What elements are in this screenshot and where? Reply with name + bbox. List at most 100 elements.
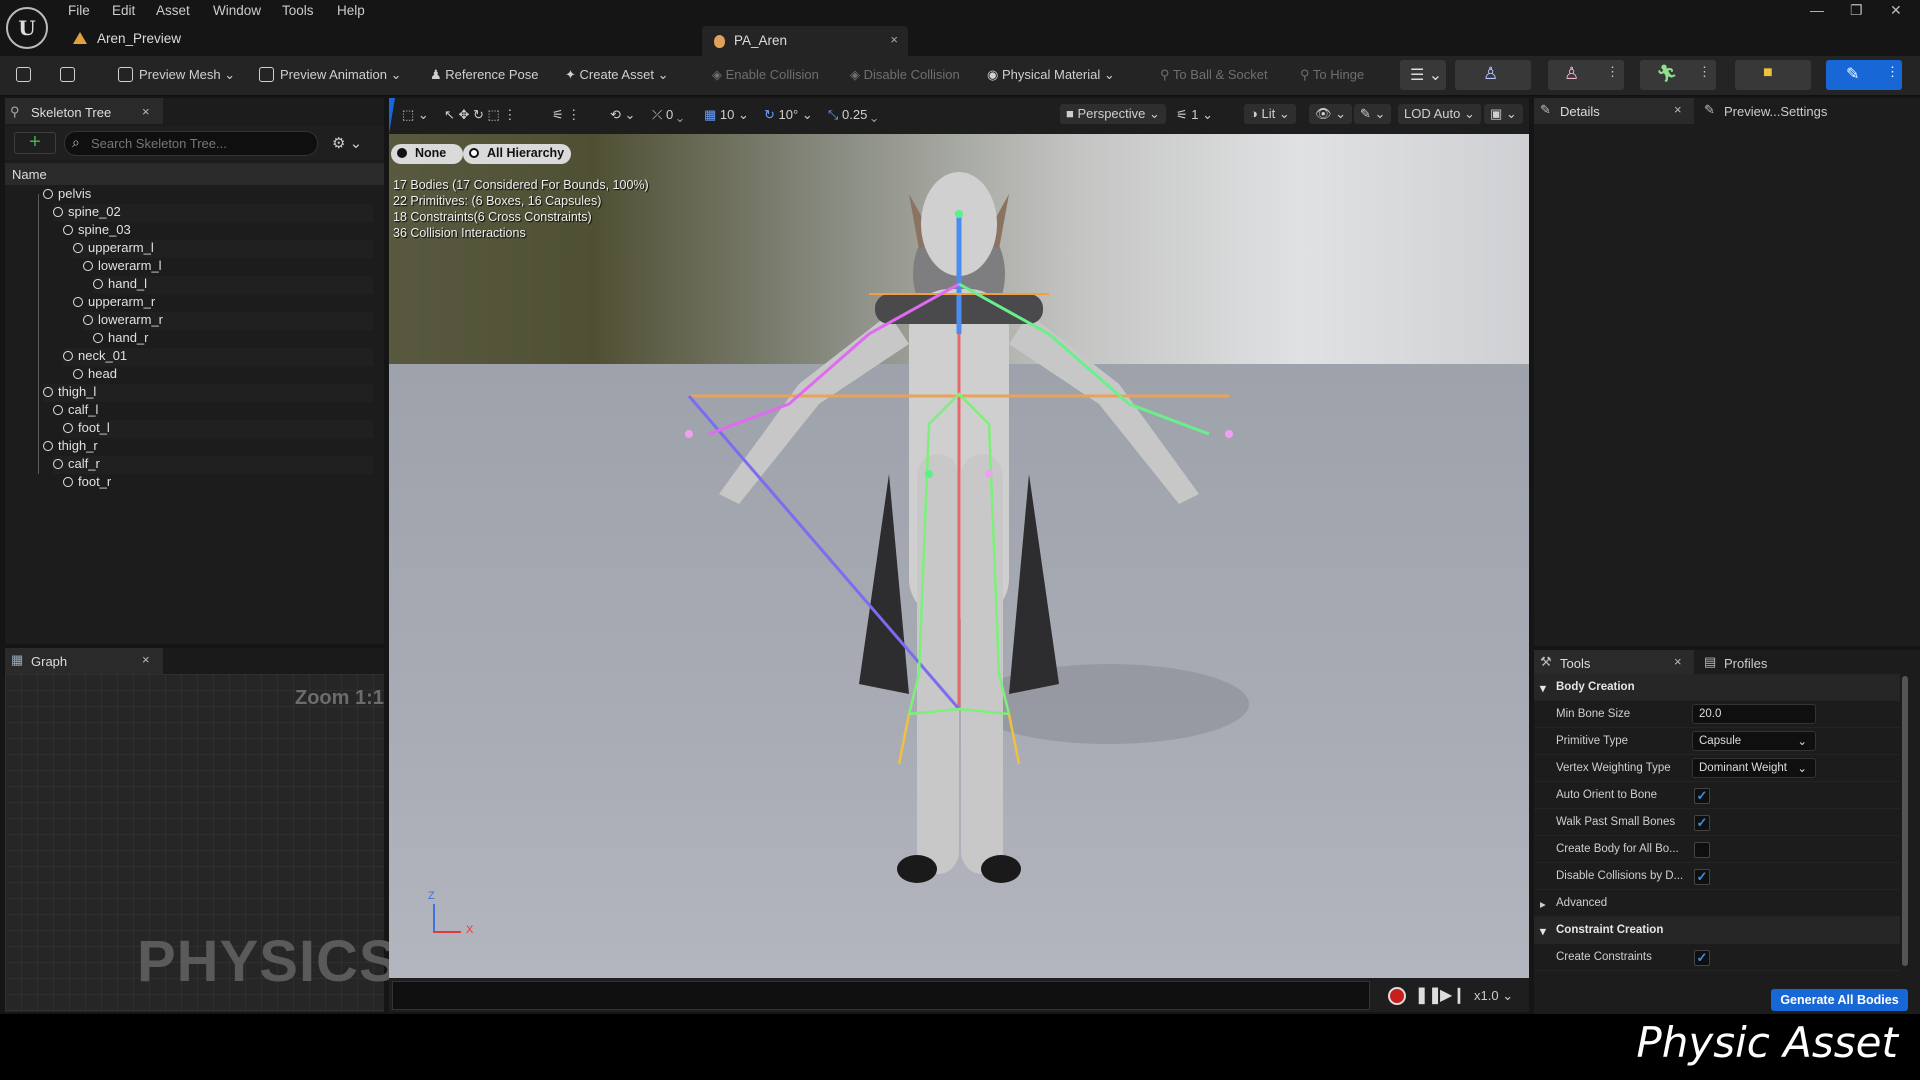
coordinate-icon[interactable]: ⟲ ⌄ (610, 107, 635, 123)
to-ball-socket-button[interactable]: ⚲ To Ball & Socket (1160, 67, 1268, 83)
bone-row-upperarm-r[interactable]: upperarm_r (70, 294, 373, 312)
menu-file[interactable]: File (68, 3, 90, 18)
unreal-logo-icon[interactable]: U (6, 7, 48, 49)
playback-speed[interactable]: x1.0 ⌄ (1474, 988, 1513, 1004)
rotation-snap-button[interactable]: ↻ 10° ⌄ (764, 107, 813, 123)
bone-row-thigh-l[interactable]: thigh_l (40, 384, 373, 402)
browse-icon[interactable] (60, 67, 81, 82)
bone-row-calf-r[interactable]: calf_r (50, 456, 373, 474)
section-body-creation[interactable]: ▾ Body Creation (1534, 674, 1900, 701)
tools-scrollbar[interactable] (1902, 676, 1908, 966)
bone-row-thigh-r[interactable]: thigh_r (40, 438, 373, 456)
bone-row-neck-01[interactable]: neck_01 (60, 348, 373, 366)
bone-row-calf-l[interactable]: calf_l (50, 402, 373, 420)
to-hinge-button[interactable]: ⚲ To Hinge (1300, 67, 1364, 83)
bone-row-hand-r[interactable]: hand_r (90, 330, 373, 348)
bone-row-lowerarm-r[interactable]: lowerarm_r (80, 312, 373, 330)
lod-button[interactable]: LOD Auto ⌄ (1398, 104, 1481, 124)
tab-graph[interactable]: ▦ Graph × (5, 648, 163, 674)
pause-icon[interactable]: ❚❚ (1415, 985, 1442, 1005)
reference-pose-button[interactable]: ♟ Reference Pose (430, 67, 539, 83)
blueprint-mode-button[interactable]: ■ (1735, 60, 1811, 90)
menu-edit[interactable]: Edit (112, 3, 135, 18)
bone-row-lowerarm-l[interactable]: lowerarm_l (80, 258, 373, 276)
filter-all-hierarchy-toggle[interactable]: All Hierarchy (463, 144, 571, 164)
bone-row-pelvis[interactable]: pelvis (40, 186, 373, 204)
ball-socket-icon: ⚲ (1160, 67, 1173, 82)
grid-snap-button[interactable]: ▦ 10 ⌄ (704, 107, 749, 123)
close-icon[interactable]: × (1674, 102, 1682, 117)
minimize-icon[interactable]: — (1810, 2, 1824, 18)
close-icon[interactable]: × (142, 104, 150, 119)
tab-preview-settings[interactable]: ✎ Preview...Settings (1698, 98, 1878, 124)
tab-details[interactable]: ✎ Details × (1534, 98, 1694, 124)
add-icon[interactable]: + (14, 132, 56, 154)
physics-display-icon[interactable]: ✎ ⌄ (1354, 104, 1392, 124)
menu-asset[interactable]: Asset (156, 3, 190, 18)
screenshot-icon[interactable]: ▣ ⌄ (1484, 104, 1523, 124)
bone-row-upperarm-l[interactable]: upperarm_l (70, 240, 373, 258)
document-tab[interactable]: PA_Aren × (702, 26, 908, 56)
viewport[interactable] (389, 134, 1529, 978)
menu-tools[interactable]: Tools (282, 3, 314, 18)
menu-help[interactable]: Help (337, 3, 365, 18)
section-constraint-creation[interactable]: ▾ Constraint Creation (1534, 917, 1900, 944)
create-body-all-checkbox[interactable] (1694, 842, 1710, 858)
gear-icon[interactable]: ⚙ ⌄ (332, 134, 362, 152)
primitive-type-select[interactable]: Capsule ⌄ (1692, 731, 1816, 751)
walk-past-checkbox[interactable]: ✓ (1694, 815, 1710, 831)
close-icon[interactable]: × (1674, 654, 1682, 669)
graph-icon: ▦ (11, 652, 24, 667)
animation-mode-button[interactable]: 🏃︎ ⋮ (1640, 60, 1716, 90)
close-icon[interactable]: × (142, 652, 150, 667)
tab-tools[interactable]: ⚒ Tools × (1534, 650, 1694, 676)
row-advanced[interactable]: ▸ Advanced (1534, 890, 1900, 917)
surface-snap-button[interactable]: ⤫ 0 ⌄ (652, 107, 683, 123)
layer-button[interactable]: ⚟ 1 ⌄ (1176, 107, 1213, 123)
show-icon[interactable]: 👁︎ ⌄ (1309, 104, 1353, 124)
min-bone-size-input[interactable]: 20.0 (1692, 704, 1816, 724)
mesh-mode-button[interactable]: ♙ ⋮ (1548, 60, 1624, 90)
skeleton-search-input[interactable]: ⌕ Search Skeleton Tree... (64, 131, 318, 156)
asset-name[interactable]: Aren_Preview (97, 31, 181, 46)
preview-animation-button[interactable]: Preview Animation ⌄ (259, 67, 401, 83)
window-close-icon[interactable]: ✕ (1890, 2, 1902, 19)
save-icon[interactable] (16, 67, 37, 82)
character-preview[interactable] (389, 134, 1529, 978)
timeline-field[interactable] (392, 981, 1370, 1010)
disable-collision-button[interactable]: ◈ Disable Collision (850, 67, 960, 83)
select-mode-icon[interactable]: ⬚ ⌄ (402, 107, 429, 123)
bone-row-foot-r[interactable]: foot_r (60, 474, 373, 492)
bone-row-hand-l[interactable]: hand_l (90, 276, 373, 294)
step-forward-icon[interactable]: ▶❙ (1440, 985, 1466, 1005)
create-asset-button[interactable]: ✦ Create Asset ⌄ (565, 67, 668, 83)
physics-mode-button[interactable]: ✎ ⋮ (1826, 60, 1902, 90)
tab-skeleton-tree[interactable]: ⚲ Skeleton Tree × (5, 98, 163, 124)
create-constraints-checkbox[interactable]: ✓ (1694, 950, 1710, 966)
lit-button[interactable]: ◑ Lit ⌄ (1244, 104, 1296, 124)
bone-row-spine-03[interactable]: spine_03 (60, 222, 373, 240)
menu-icon[interactable]: ☰ ⌄ (1400, 60, 1446, 90)
preview-mesh-button[interactable]: Preview Mesh ⌄ (118, 67, 235, 83)
close-icon[interactable]: × (890, 32, 898, 47)
bone-row-spine-02[interactable]: spine_02 (50, 204, 373, 222)
menu-window[interactable]: Window (213, 3, 261, 18)
generate-all-bodies-button[interactable]: Generate All Bodies (1771, 989, 1908, 1011)
bone-row-head[interactable]: head (70, 366, 373, 384)
auto-orient-checkbox[interactable]: ✓ (1694, 788, 1710, 804)
disable-collisions-checkbox[interactable]: ✓ (1694, 869, 1710, 885)
scale-snap-button[interactable]: ⤡ 0.25 ⌄ (828, 107, 877, 123)
enable-collision-button[interactable]: ◈ Enable Collision (712, 67, 819, 83)
restore-icon[interactable]: ❐ (1850, 2, 1863, 19)
vertex-weighting-select[interactable]: Dominant Weight ⌄ (1692, 758, 1816, 778)
record-icon[interactable] (1388, 987, 1406, 1005)
tab-profiles[interactable]: ▤ Profiles (1698, 650, 1818, 676)
camera-icon[interactable]: ⚟ ⋮ (552, 107, 580, 123)
transform-tools[interactable]: ↖ ✥ ↻ ⬚ ⋮ (444, 107, 516, 123)
bone-row-foot-l[interactable]: foot_l (60, 420, 373, 438)
skeleton-mode-button[interactable]: ♙ (1455, 60, 1531, 90)
perspective-button[interactable]: ■ Perspective ⌄ (1060, 104, 1166, 124)
physical-material-button[interactable]: ◉ Physical Material ⌄ (987, 67, 1115, 83)
filter-none-toggle[interactable]: None (391, 144, 463, 164)
filter-all-label: All Hierarchy (487, 146, 565, 160)
